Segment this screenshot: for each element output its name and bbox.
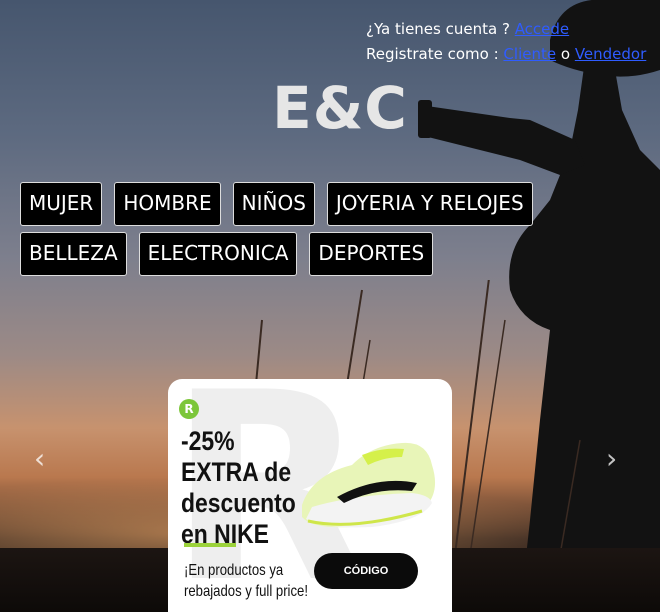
register-line: Registrate como : Cliente o Vendedor [366, 42, 646, 67]
have-account-text: ¿Ya tienes cuenta ? [366, 20, 510, 38]
chevron-right-icon[interactable]: › [606, 444, 617, 474]
nav-item-mujer[interactable]: MUJER [20, 182, 103, 226]
nav-row-1: MUJER HOMBRE NIÑOS JOYERIA Y RELOJES [20, 182, 620, 226]
nav-item-deportes[interactable]: DEPORTES [309, 232, 434, 276]
account-links: ¿Ya tienes cuenta ? Accede Registrate co… [366, 17, 646, 67]
sneaker-image [302, 442, 436, 528]
promo-accent-line [184, 543, 236, 547]
nav-item-joyeria-relojes[interactable]: JOYERIA Y RELOJES [326, 182, 533, 226]
site-logo[interactable]: E&C [0, 74, 660, 142]
login-link[interactable]: Accede [515, 20, 569, 38]
promo-subtext: ¡En productos ya rebajados y full price! [184, 562, 308, 600]
nav-item-belleza[interactable]: BELLEZA [20, 232, 127, 276]
nav-item-hombre[interactable]: HOMBRE [114, 182, 221, 226]
register-vendor-link[interactable]: Vendedor [575, 45, 646, 63]
promo-badge: R [179, 399, 199, 419]
chevron-left-icon[interactable]: ‹ [34, 444, 45, 474]
nav-item-electronica[interactable]: ELECTRONICA [138, 232, 298, 276]
exclusive-code-button[interactable]: CÓDIGO EXCLUSIVO [314, 553, 418, 612]
register-client-link[interactable]: Cliente [503, 45, 556, 63]
login-line: ¿Ya tienes cuenta ? Accede [366, 17, 646, 42]
promo-headline: -25% EXTRA de descuento en NIKE [181, 426, 296, 549]
nav-item-ninos[interactable]: NIÑOS [232, 182, 315, 226]
nav-row-2: BELLEZA ELECTRONICA DEPORTES [20, 232, 620, 276]
category-nav: MUJER HOMBRE NIÑOS JOYERIA Y RELOJES BEL… [20, 182, 620, 282]
register-text: Registrate como : [366, 45, 499, 63]
or-text: o [560, 45, 571, 63]
promo-banner[interactable]: R R -25% EXTRA de descuento en NIKE ¡En … [168, 379, 452, 612]
